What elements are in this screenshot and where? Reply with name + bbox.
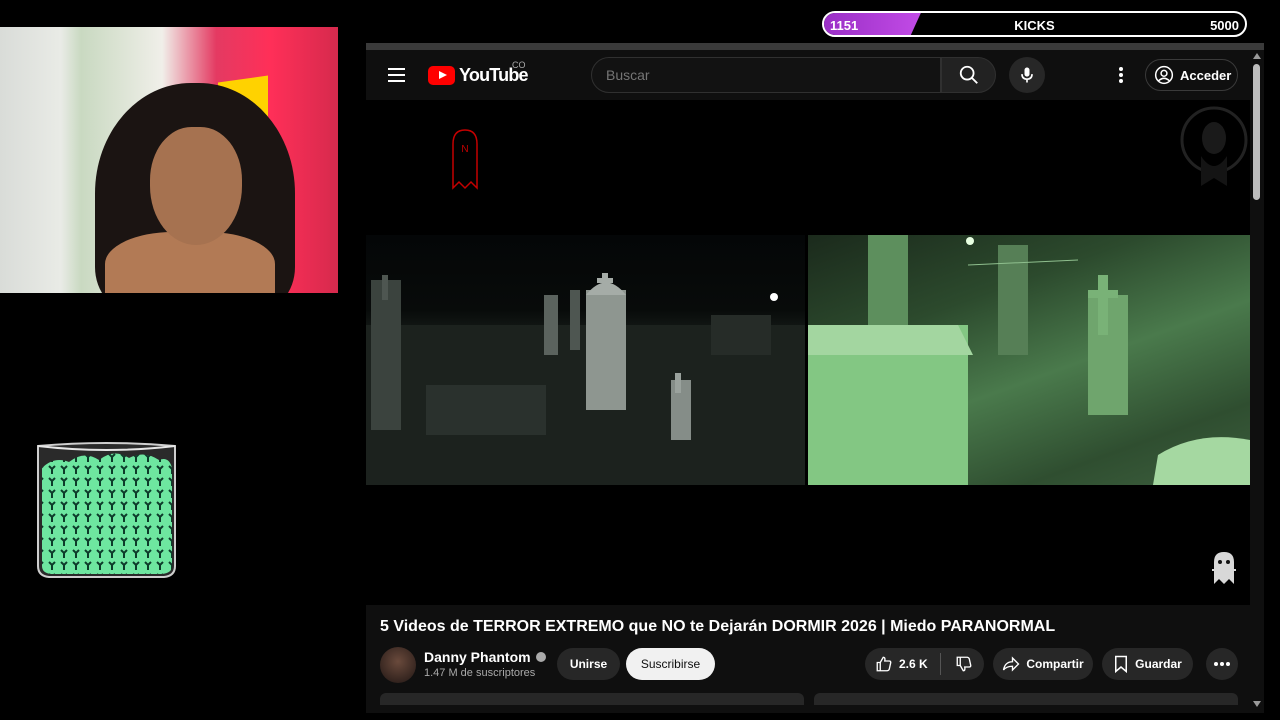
video-title: 5 Videos de TERROR EXTREMO que NO te Dej… <box>380 618 1056 635</box>
video-frame-cemetery-nightvision <box>808 235 1250 485</box>
save-label: Guardar <box>1135 657 1182 671</box>
subscribe-button[interactable]: Suscribirse <box>626 648 715 680</box>
kicks-goal-count: 5000 <box>1210 18 1239 33</box>
ghost-mascot-icon <box>1212 552 1236 584</box>
dislike-icon[interactable] <box>955 655 973 673</box>
webcam-feed <box>0 27 338 293</box>
page-scrollbar[interactable] <box>1250 50 1264 713</box>
kicks-jar-widget <box>37 442 176 578</box>
window-top-edge <box>366 43 1264 50</box>
search-input[interactable] <box>591 57 941 93</box>
signin-button[interactable]: Acceder <box>1145 59 1238 91</box>
svg-text:N: N <box>461 144 468 155</box>
scroll-thumb[interactable] <box>1253 64 1260 200</box>
join-button[interactable]: Unirse <box>557 648 620 680</box>
more-actions-button[interactable] <box>1206 648 1238 680</box>
account-circle-icon <box>1154 65 1174 85</box>
more-horizontal-icon <box>1214 662 1230 666</box>
video-frame-cemetery-left <box>366 235 805 485</box>
search-icon <box>959 65 978 84</box>
streamer-face <box>150 127 242 245</box>
share-button[interactable]: Compartir <box>993 648 1093 680</box>
description-card-right <box>814 693 1238 705</box>
scroll-up-arrow[interactable] <box>1253 53 1261 59</box>
youtube-window: YouTube CO Buscar Acceder N 5 Videos de … <box>366 43 1264 713</box>
verified-icon <box>535 652 546 662</box>
scroll-down-arrow[interactable] <box>1253 701 1261 707</box>
youtube-logo[interactable]: YouTube CO <box>428 60 529 86</box>
youtube-logo-icon <box>428 65 455 85</box>
channel-name-text: Danny Phantom <box>424 649 531 665</box>
like-count[interactable]: 2.6 K <box>899 657 928 671</box>
kicks-goal-bar: 1151 KICKS 5000 <box>822 11 1247 37</box>
like-divider <box>939 653 941 675</box>
channel-name[interactable]: Danny Phantom <box>424 649 546 665</box>
kicks-label: KICKS <box>1014 18 1055 33</box>
share-label: Compartir <box>1026 657 1084 671</box>
search-button[interactable] <box>941 57 996 93</box>
like-dislike-group: 2.6 K <box>865 648 984 680</box>
description-cards-edge <box>380 691 1238 705</box>
save-button[interactable]: Guardar <box>1102 648 1193 680</box>
save-icon <box>1115 655 1128 673</box>
mic-icon <box>1021 67 1033 83</box>
ghost-icon: N <box>452 129 478 190</box>
country-code: CO <box>512 60 526 70</box>
youtube-header: YouTube CO Buscar Acceder <box>366 50 1250 100</box>
voice-search-button[interactable] <box>1009 57 1045 93</box>
stream-scene: 1151 KICKS 5000 YouTube CO Buscar Accede… <box>0 0 1280 720</box>
description-card-left <box>380 693 804 705</box>
more-vertical-icon[interactable] <box>1109 62 1133 88</box>
channel-avatar[interactable] <box>380 647 416 683</box>
hamburger-menu-icon[interactable] <box>388 68 405 82</box>
video-player[interactable]: N <box>366 100 1250 605</box>
signin-label: Acceder <box>1180 67 1232 83</box>
share-icon <box>1003 656 1020 672</box>
channel-watermark-icon <box>1180 106 1248 186</box>
like-icon[interactable] <box>875 655 893 673</box>
subscriber-count: 1.47 M de suscriptores <box>424 667 536 679</box>
